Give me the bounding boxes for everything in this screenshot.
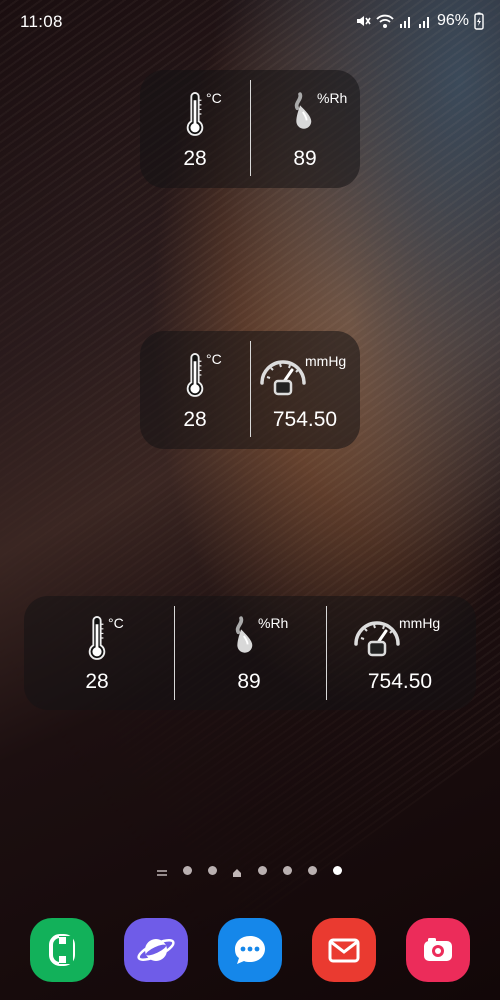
widget-temp-humidity[interactable]: °C 28 %Rh 89 [140,70,360,188]
barometer-gauge-icon [258,353,308,397]
signal-icon [399,13,413,29]
messages-app-button[interactable] [218,918,282,982]
thermometer-icon [86,614,108,662]
pressure-value: 754.50 [272,408,338,431]
humidity-cell: %Rh 89 [174,596,326,710]
pressure-unit: mmHg [305,353,347,369]
wifi-icon [376,13,394,29]
humidity-cell: %Rh 89 [250,70,360,188]
temperature-value: 28 [85,670,109,693]
app-list-handle-icon[interactable] [157,865,167,876]
page-dot[interactable] [208,866,217,875]
internet-app-button[interactable] [124,918,188,982]
planet-icon [137,939,175,961]
phone-app-button[interactable] [30,918,94,982]
humidity-unit: %Rh [258,615,289,631]
app-dock [0,918,500,982]
water-drop-icon [228,616,256,654]
temperature-unit: °C [206,351,222,367]
page-indicator[interactable] [0,860,500,880]
thermometer-icon [184,351,206,399]
status-time: 11:08 [20,12,63,31]
pressure-value: 754.50 [367,670,433,693]
mute-icon [355,13,371,29]
status-bar: 11:08 96% [0,0,500,42]
water-drop-icon [287,92,315,130]
temperature-unit: °C [108,615,124,631]
page-dot[interactable] [183,866,192,875]
phone-icon [49,934,75,966]
humidity-unit: %Rh [317,90,348,106]
humidity-value: 89 [293,147,317,170]
email-app-button[interactable] [312,918,376,982]
temperature-value: 28 [183,147,207,170]
battery-charging-icon [474,12,484,30]
home-page-icon[interactable] [232,865,242,877]
envelope-icon [328,938,360,963]
pressure-cell: mmHg 754.50 [250,331,360,449]
pressure-unit: mmHg [399,615,441,631]
camera-icon [424,938,452,961]
chat-bubble-icon [235,936,265,964]
page-dot-active[interactable] [333,866,342,875]
thermometer-icon [184,90,206,138]
widget-combined[interactable]: °C 28 %Rh 89 mmHg 754.50 [24,596,476,710]
temperature-value: 28 [183,408,207,431]
page-dot[interactable] [258,866,267,875]
pressure-cell: mmHg 754.50 [326,596,476,710]
temperature-cell: °C 28 [140,331,250,449]
battery-percent: 96% [436,12,469,29]
widget-temp-pressure[interactable]: °C 28 mmHg 754.50 [140,331,360,449]
page-dot[interactable] [283,866,292,875]
barometer-gauge-icon [352,614,402,658]
temperature-unit: °C [206,90,222,106]
page-dot[interactable] [308,866,317,875]
temperature-cell: °C 28 [140,70,250,188]
camera-app-button[interactable] [406,918,470,982]
signal-icon [418,13,432,29]
status-icons: 96% [355,12,484,30]
humidity-value: 89 [237,670,261,693]
temperature-cell: °C 28 [24,596,174,710]
